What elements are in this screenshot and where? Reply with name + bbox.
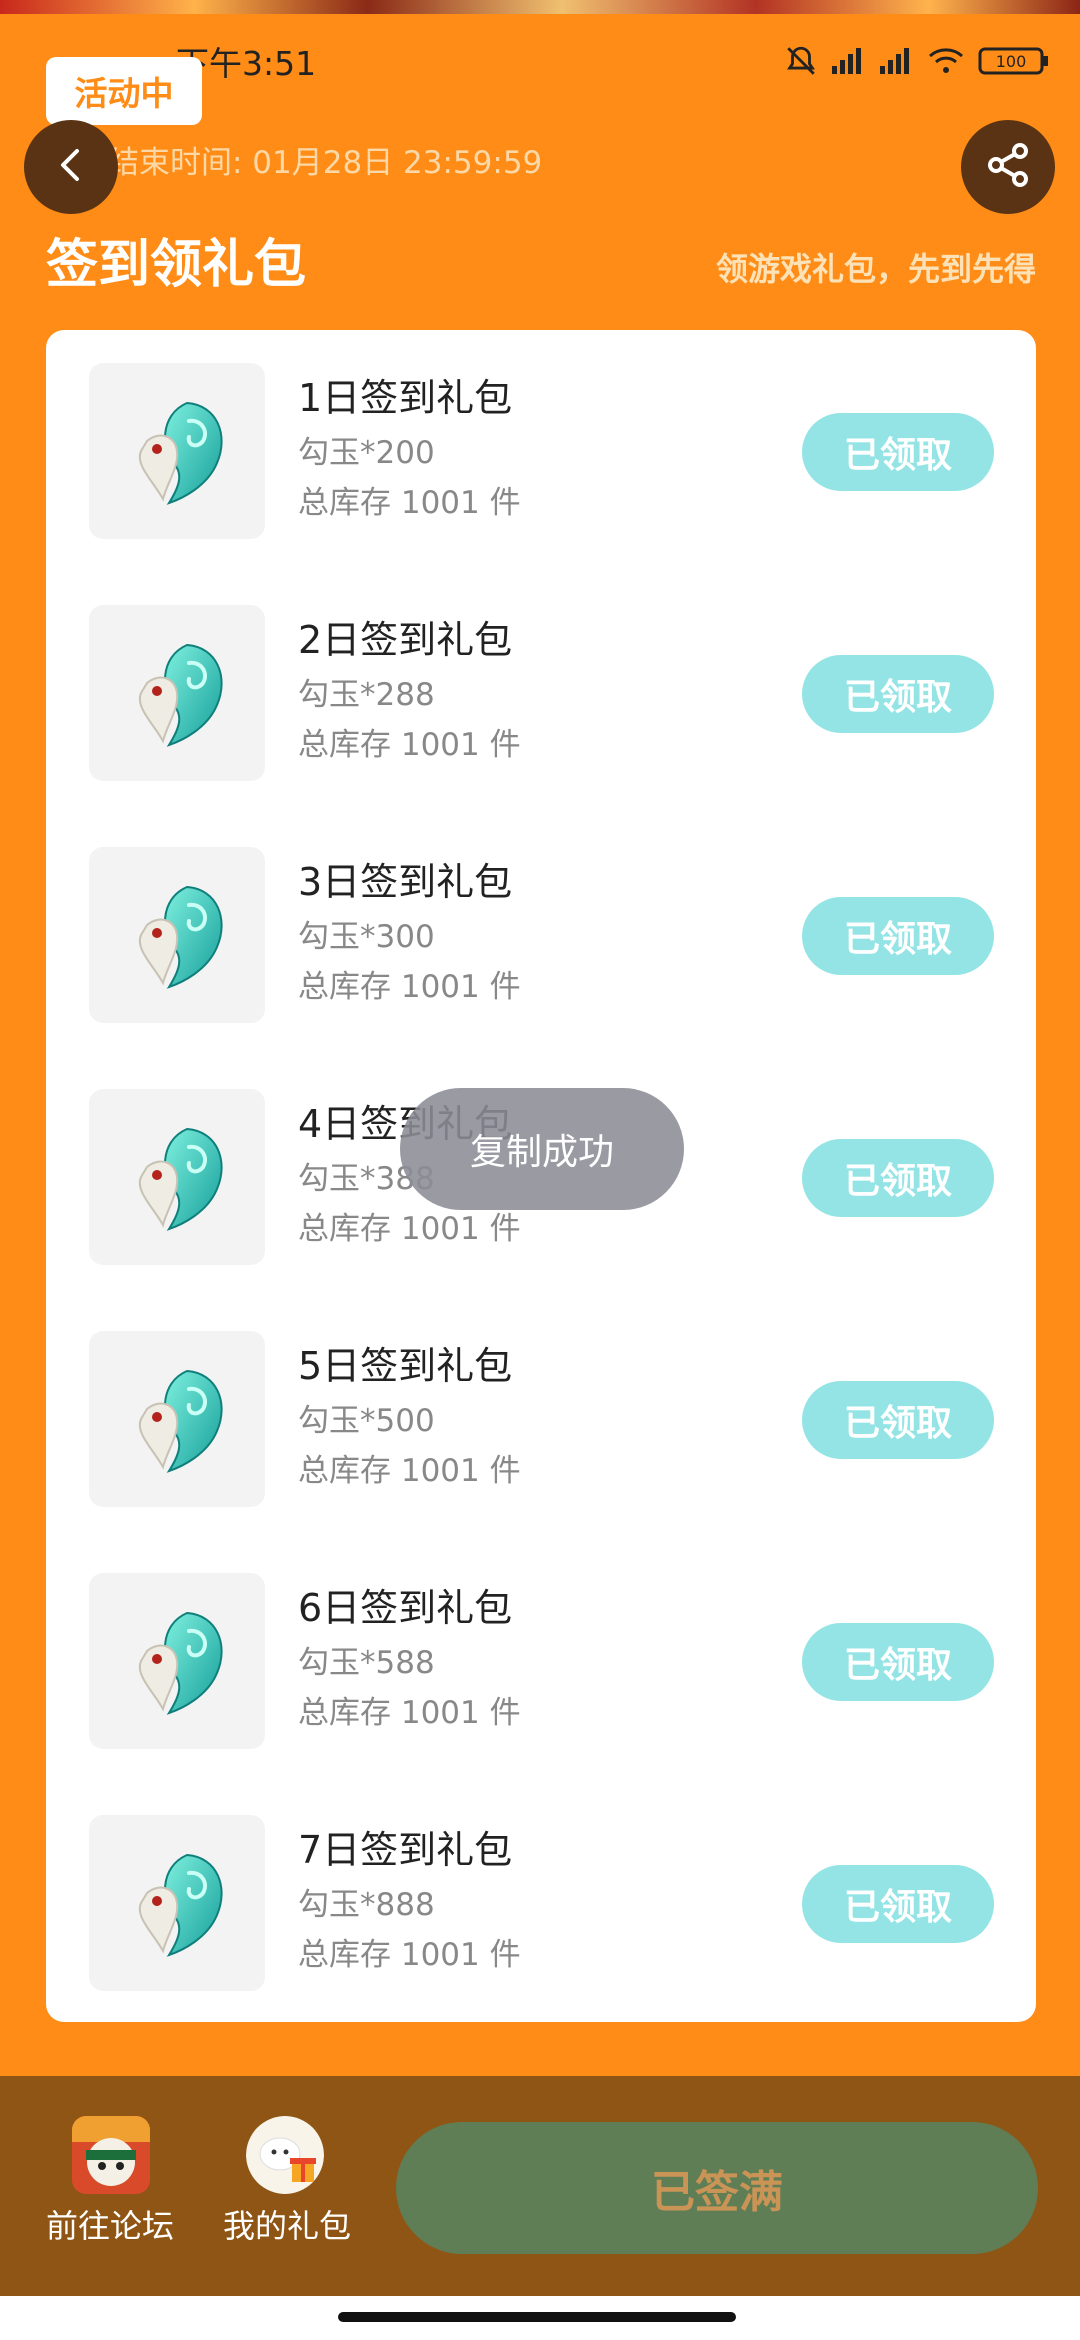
- gift-row: 1日签到礼包勾玉*200 总库存 1001 件 已领取: [46, 363, 1036, 543]
- svg-text:100: 100: [996, 52, 1027, 71]
- claimed-button[interactable]: 已领取: [802, 655, 994, 733]
- forum-link[interactable]: 前往论坛: [40, 2116, 180, 2246]
- gift-reward: 勾玉*200: [298, 435, 435, 471]
- home-indicator[interactable]: [338, 2312, 736, 2322]
- forum-label: 前往论坛: [45, 2207, 174, 2245]
- wifi-icon: [926, 46, 966, 80]
- cellular-signal-icon-2: [878, 46, 914, 80]
- magatama-jade-icon: [89, 1089, 265, 1265]
- gift-reward: 勾玉*500: [298, 1403, 435, 1439]
- share-button[interactable]: [961, 120, 1055, 214]
- back-button[interactable]: [24, 120, 118, 214]
- gift-reward: 勾玉*300: [298, 919, 435, 955]
- claimed-button[interactable]: 已领取: [802, 897, 994, 975]
- claimed-button[interactable]: 已领取: [802, 1139, 994, 1217]
- claimed-button[interactable]: 已领取: [802, 1865, 994, 1943]
- gift-reward: 勾玉*888: [298, 1887, 435, 1923]
- magatama-jade-icon: [89, 363, 265, 539]
- section-subtitle: 领游戏礼包，先到先得: [715, 250, 1036, 288]
- gift-box-icon: [246, 2116, 324, 2194]
- gift-name: 3日签到礼包: [298, 860, 513, 904]
- gift-stock: 总库存 1001 件: [298, 1211, 521, 1247]
- gift-stock: 总库存 1001 件: [298, 1453, 521, 1489]
- toast-message: 复制成功: [400, 1088, 684, 1210]
- magatama-jade-icon: [89, 1331, 265, 1507]
- gift-reward: 勾玉*588: [298, 1645, 435, 1681]
- gift-row: 2日签到礼包勾玉*288 总库存 1001 件 已领取: [46, 605, 1036, 785]
- claimed-button[interactable]: 已领取: [802, 1381, 994, 1459]
- gift-name: 1日签到礼包: [298, 376, 513, 420]
- share-icon: [982, 139, 1034, 195]
- gift-stock: 总库存 1001 件: [298, 969, 521, 1005]
- gift-row: 6日签到礼包勾玉*588 总库存 1001 件 已领取: [46, 1573, 1036, 1753]
- activity-end-time: 活动结束时间: 01月28日 23:59:59: [46, 145, 543, 181]
- claimed-button[interactable]: 已领取: [802, 1623, 994, 1701]
- mute-bell-icon: [784, 44, 818, 82]
- forum-game-icon: [72, 2116, 150, 2194]
- signed-full-button[interactable]: 已签满: [396, 2122, 1038, 2254]
- gift-row: 5日签到礼包勾玉*500 总库存 1001 件 已领取: [46, 1331, 1036, 1511]
- magatama-jade-icon: [89, 847, 265, 1023]
- my-gifts-label: 我的礼包: [222, 2207, 351, 2245]
- activity-status-badge: 活动中: [46, 57, 202, 125]
- gift-reward: 勾玉*288: [298, 677, 435, 713]
- chevron-left-icon: [51, 145, 91, 189]
- status-icons: 100: [784, 38, 1050, 88]
- gift-stock: 总库存 1001 件: [298, 1695, 521, 1731]
- gift-row: 3日签到礼包勾玉*300 总库存 1001 件 已领取: [46, 847, 1036, 1027]
- cellular-signal-icon: [830, 46, 866, 80]
- gift-name: 5日签到礼包: [298, 1344, 513, 1388]
- sign-in-gift-page: 下午3:51 100 活动中 活动结束时间: 01月28日 23:59:59 签…: [0, 0, 1080, 2340]
- gift-name: 7日签到礼包: [298, 1828, 513, 1872]
- gift-name: 6日签到礼包: [298, 1586, 513, 1630]
- bottom-bar: 前往论坛 我的礼包 已签满: [0, 2076, 1080, 2296]
- battery-icon: 100: [978, 46, 1050, 80]
- gift-stock: 总库存 1001 件: [298, 1937, 521, 1973]
- magatama-jade-icon: [89, 1573, 265, 1749]
- gift-stock: 总库存 1001 件: [298, 485, 521, 521]
- section-title: 签到领礼包: [46, 235, 307, 295]
- magatama-jade-icon: [89, 605, 265, 781]
- claimed-button[interactable]: 已领取: [802, 413, 994, 491]
- gift-row: 7日签到礼包勾玉*888 总库存 1001 件 已领取: [46, 1815, 1036, 1995]
- my-gifts-link[interactable]: 我的礼包: [214, 2116, 360, 2246]
- system-navigation-bar: [0, 2296, 1080, 2340]
- gift-stock: 总库存 1001 件: [298, 727, 521, 763]
- magatama-jade-icon: [89, 1815, 265, 1991]
- gift-name: 2日签到礼包: [298, 618, 513, 662]
- top-banner-strip: [0, 0, 1080, 14]
